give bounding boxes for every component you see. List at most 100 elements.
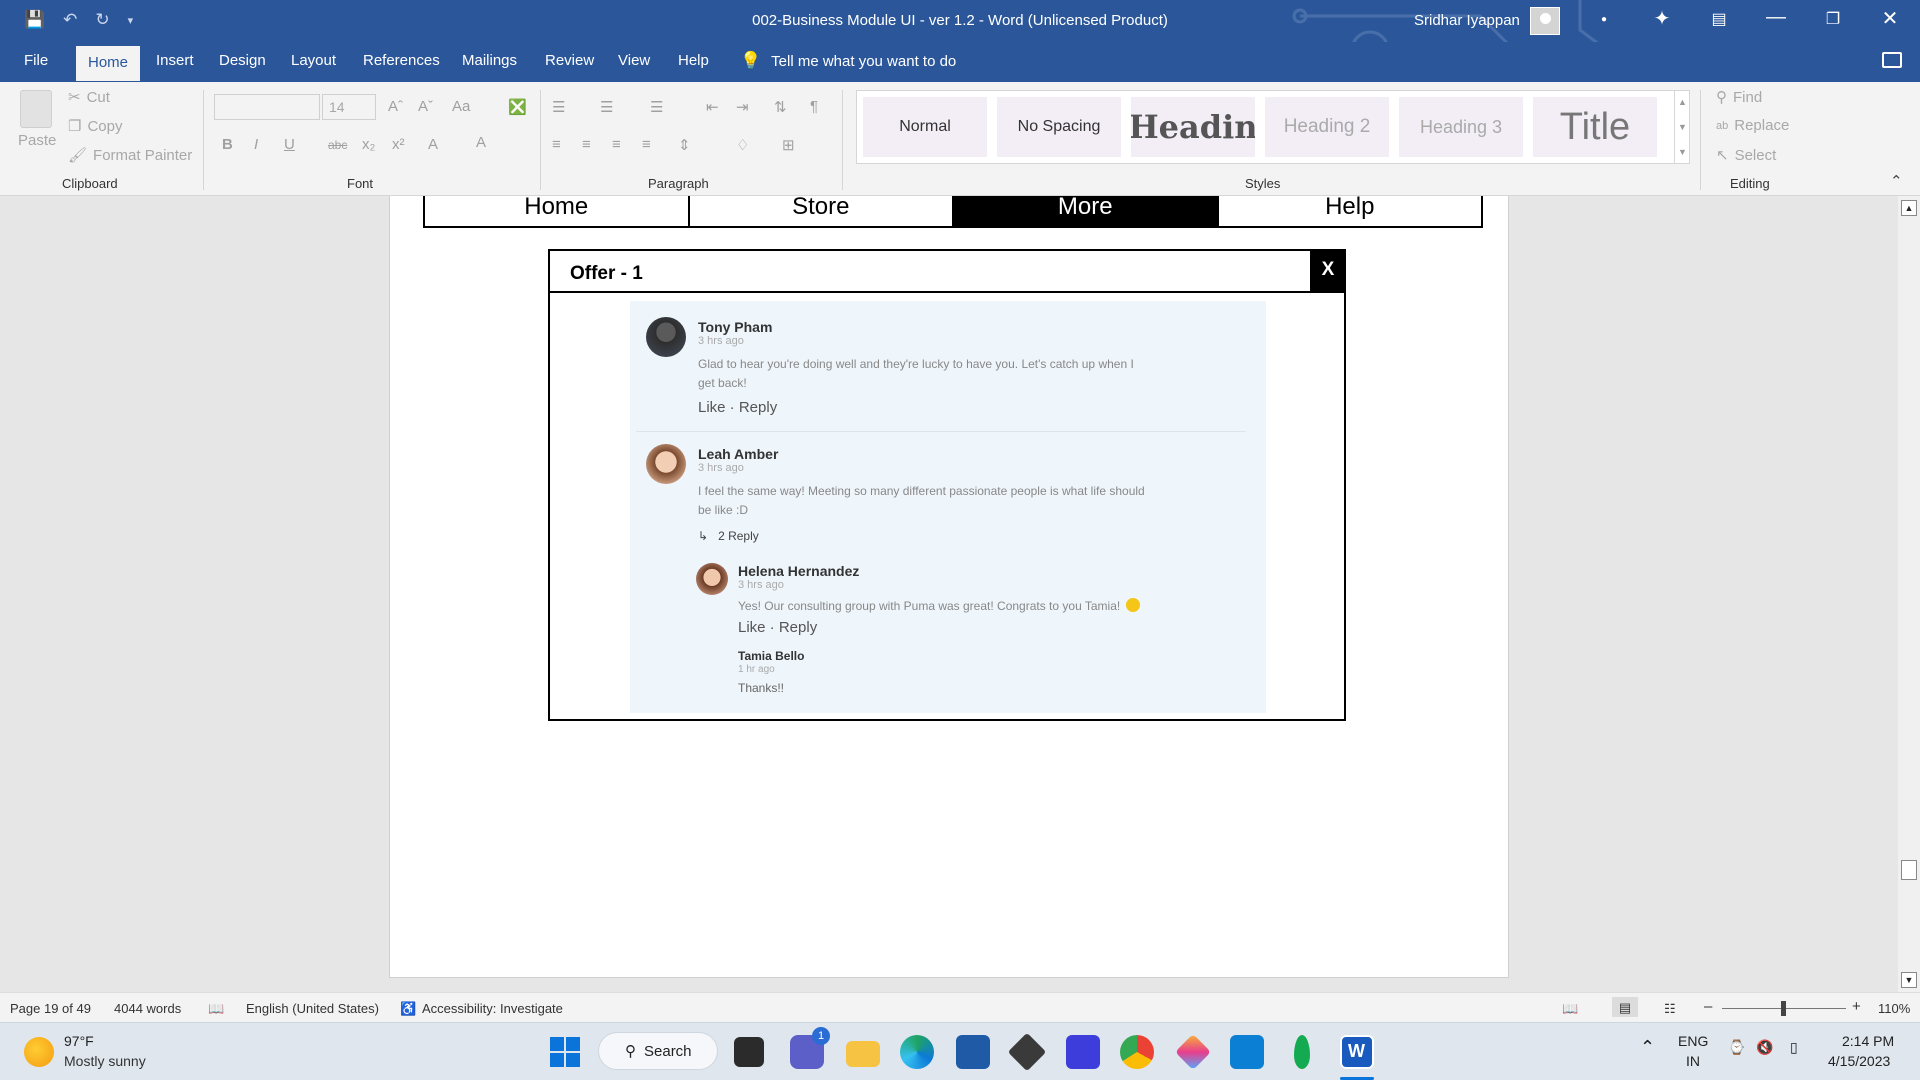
zoom-out-icon[interactable]: –	[1704, 998, 1712, 1015]
more-styles-icon[interactable]: ▼	[1678, 147, 1687, 157]
file-explorer-icon[interactable]	[846, 1041, 880, 1067]
battery-icon[interactable]: ▯	[1790, 1039, 1798, 1056]
align-center-icon[interactable]: ≡	[582, 136, 591, 153]
tell-me-box[interactable]: 💡 Tell me what you want to do	[740, 51, 956, 71]
scroll-down-icon[interactable]: ▼	[1901, 972, 1917, 988]
shading-icon[interactable]: ♢	[736, 136, 749, 154]
scroll-up-icon[interactable]: ▲	[1901, 200, 1917, 216]
word-count[interactable]: 4044 words	[114, 1001, 181, 1016]
change-case-icon[interactable]: Aa	[452, 98, 470, 115]
taskbar-search[interactable]: ⚲ Search	[598, 1032, 718, 1070]
comment-actions[interactable]: Like · Reply	[738, 619, 817, 636]
font-color-icon[interactable]: A	[476, 134, 486, 151]
style-normal[interactable]: Normal	[863, 97, 987, 157]
multilevel-list-icon[interactable]: ☰	[650, 98, 663, 116]
cut-button[interactable]: ✂ Cut	[68, 88, 110, 107]
nav-home[interactable]: Home	[425, 196, 690, 226]
italic-icon[interactable]: I	[254, 136, 258, 153]
language-status[interactable]: English (United States)	[246, 1001, 379, 1016]
numbering-icon[interactable]: ☰	[600, 98, 613, 116]
grow-font-icon[interactable]: Aˆ	[388, 98, 403, 115]
tab-design[interactable]: Design	[219, 52, 266, 69]
find-button[interactable]: ⚲ Find	[1716, 88, 1762, 107]
subscript-icon[interactable]: x₂	[362, 136, 375, 153]
copy-button[interactable]: ❐ Copy	[68, 117, 122, 136]
store-icon[interactable]	[956, 1035, 990, 1069]
accessibility-status[interactable]: Accessibility: Investigate	[422, 1001, 563, 1016]
nav-more[interactable]: More	[954, 196, 1219, 226]
chevron-down-icon[interactable]: ▼	[1678, 122, 1687, 132]
collapse-ribbon-icon[interactable]: ⌃	[1890, 172, 1903, 190]
scroll-thumb[interactable]	[1901, 860, 1917, 880]
visual-studio-mac-icon[interactable]	[1066, 1035, 1100, 1069]
web-layout-icon[interactable]: ☷	[1664, 1001, 1676, 1017]
shrink-font-icon[interactable]: Aˇ	[418, 98, 433, 115]
show-hidden-icons[interactable]: ⌃	[1640, 1037, 1655, 1058]
borders-icon[interactable]: ⊞	[782, 136, 795, 154]
teams-chat-icon[interactable]: 1	[790, 1027, 830, 1069]
style-title[interactable]: Title	[1533, 97, 1657, 157]
restore-icon[interactable]: ❐	[1813, 9, 1853, 29]
language-indicator[interactable]: ENG	[1678, 1033, 1708, 1049]
tab-file[interactable]: File	[24, 52, 48, 69]
tab-help[interactable]: Help	[678, 52, 709, 69]
zoom-level[interactable]: 110%	[1878, 1001, 1910, 1016]
paste-button[interactable]: Paste	[18, 132, 56, 149]
clock-time[interactable]: 2:14 PM	[1842, 1033, 1894, 1049]
chevron-up-icon[interactable]: ▲	[1678, 97, 1687, 107]
designer-icon[interactable]: ✦	[1642, 6, 1682, 31]
select-button[interactable]: ↖ Select	[1716, 146, 1776, 165]
justify-icon[interactable]: ≡	[642, 136, 651, 153]
text-effects-icon[interactable]: A	[428, 136, 438, 153]
user-avatar[interactable]	[1530, 7, 1560, 35]
zoom-in-icon[interactable]: +	[1852, 998, 1861, 1015]
dialog-close-button[interactable]: X	[1310, 249, 1346, 291]
vertical-scrollbar[interactable]: ▲ ▼	[1898, 196, 1920, 992]
sort-icon[interactable]: ⇅	[774, 98, 787, 116]
zoom-slider-thumb[interactable]	[1781, 1001, 1786, 1016]
decrease-indent-icon[interactable]: ⇤	[706, 98, 719, 116]
paste-icon[interactable]	[20, 90, 52, 128]
style-heading-1[interactable]: Headin	[1131, 97, 1255, 157]
superscript-icon[interactable]: x²	[392, 136, 405, 153]
region-indicator[interactable]: IN	[1686, 1053, 1700, 1069]
increase-indent-icon[interactable]: ⇥	[736, 98, 749, 116]
windows-start-icon[interactable]	[548, 1035, 582, 1069]
replies-toggle[interactable]: ↳ 2 Reply	[698, 529, 759, 543]
style-heading-2[interactable]: Heading 2	[1265, 97, 1389, 157]
strikethrough-icon[interactable]: abc	[328, 138, 347, 152]
comment-actions[interactable]: Like · Reply	[698, 399, 777, 416]
bold-icon[interactable]: B	[222, 136, 233, 153]
proofing-icon[interactable]: 📖	[208, 1001, 224, 1017]
page-count[interactable]: Page 19 of 49	[10, 1001, 91, 1016]
font-name-field[interactable]	[214, 94, 320, 120]
tab-review[interactable]: Review	[545, 52, 594, 69]
word-app-icon[interactable]: W	[1340, 1035, 1374, 1069]
app-diamond-icon[interactable]	[1174, 1033, 1212, 1071]
volume-mute-icon[interactable]: 🔇	[1756, 1039, 1773, 1056]
edge-browser-icon[interactable]	[900, 1035, 934, 1069]
nav-store[interactable]: Store	[690, 196, 954, 226]
tab-layout[interactable]: Layout	[291, 52, 336, 69]
line-spacing-icon[interactable]: ⇕	[678, 136, 691, 154]
style-no-spacing[interactable]: No Spacing	[997, 97, 1121, 157]
align-right-icon[interactable]: ≡	[612, 136, 621, 153]
replace-button[interactable]: ab Replace	[1716, 117, 1789, 134]
task-view-icon[interactable]	[734, 1037, 764, 1067]
align-left-icon[interactable]: ≡	[552, 136, 561, 153]
format-painter-button[interactable]: 🖌 Format Painter	[68, 146, 192, 165]
chrome-icon[interactable]	[1120, 1035, 1154, 1069]
pilcrow-icon[interactable]: ¶	[810, 98, 818, 115]
read-mode-icon[interactable]: 📖	[1562, 1001, 1578, 1017]
user-name[interactable]: Sridhar Iyappan	[1414, 12, 1520, 29]
clock-date[interactable]: 4/15/2023	[1828, 1053, 1890, 1069]
tab-references[interactable]: References	[363, 52, 440, 69]
tab-mailings[interactable]: Mailings	[462, 52, 517, 69]
tab-home[interactable]: Home	[76, 46, 141, 81]
style-heading-3[interactable]: Heading 3	[1399, 97, 1523, 157]
nav-help[interactable]: Help	[1219, 196, 1482, 226]
mongodb-icon[interactable]	[1294, 1035, 1310, 1069]
font-size-field[interactable]: 14	[322, 94, 376, 120]
minimize-icon[interactable]: —	[1756, 6, 1796, 29]
ribbon-display-icon[interactable]: ▤	[1699, 9, 1739, 29]
